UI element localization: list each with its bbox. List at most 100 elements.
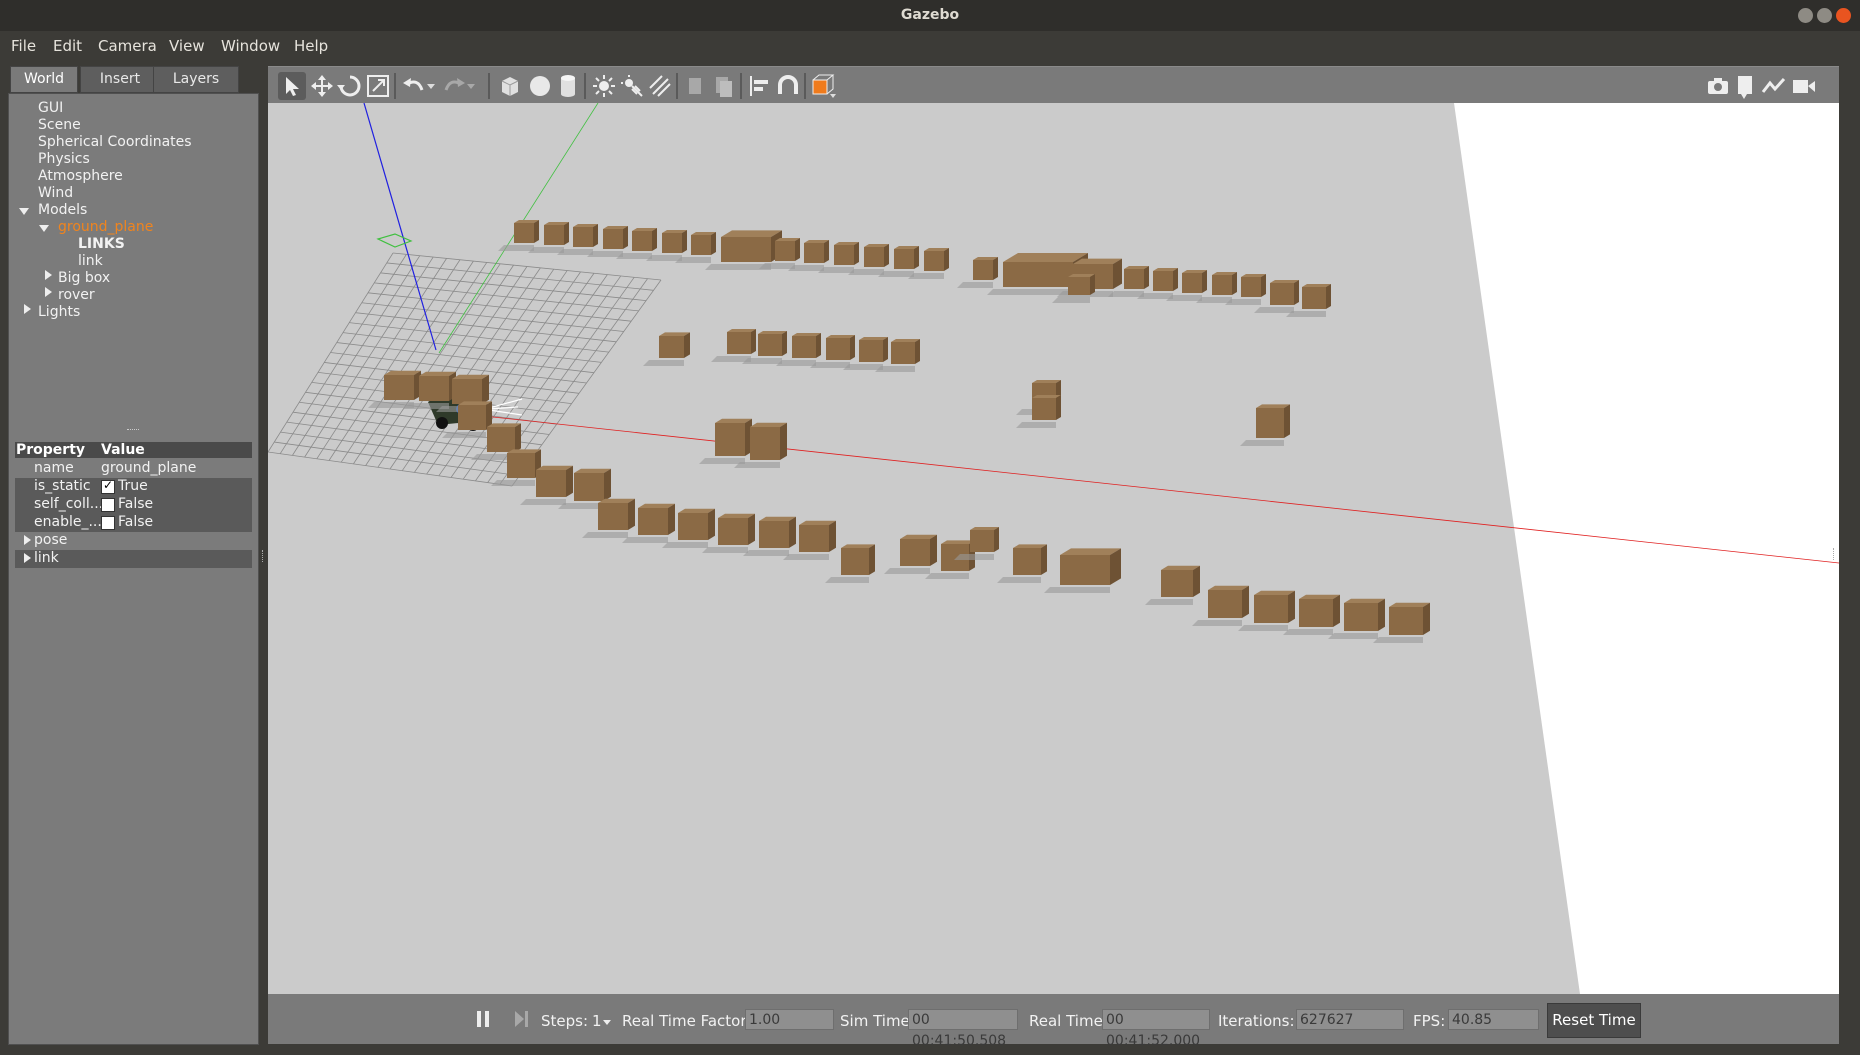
scene-render [268, 103, 1839, 994]
ground-plane [268, 103, 1839, 994]
splitter-handle[interactable] [127, 429, 139, 432]
property-name: is_static [34, 478, 91, 494]
cylinder-icon[interactable] [554, 72, 582, 100]
window-title: Gazebo [900, 7, 960, 23]
step-icon[interactable] [513, 1010, 531, 1028]
toolbar-separator [804, 73, 806, 99]
select-icon[interactable] [278, 72, 306, 100]
property-value-self-collide: False [118, 496, 154, 512]
scale-icon[interactable] [364, 72, 392, 100]
tree-item-rover[interactable]: rover [58, 287, 95, 303]
menu-view[interactable]: View [169, 37, 205, 55]
close-icon[interactable] [1836, 8, 1851, 23]
plot-icon[interactable] [1760, 72, 1788, 100]
spot-light-icon[interactable] [618, 72, 646, 100]
property-value-is-static: True [118, 478, 148, 494]
rotate-icon[interactable] [336, 72, 364, 100]
toolbar-separator [394, 73, 396, 99]
real-time-factor-field: 1.00 [745, 1009, 834, 1030]
toolbar [268, 66, 1839, 104]
menu-file[interactable]: File [11, 37, 36, 55]
is-static-checkbox[interactable]: ✓ [101, 478, 115, 494]
tree-item-spherical-coordinates[interactable]: Spherical Coordinates [38, 134, 192, 150]
right-splitter-handle[interactable] [1833, 548, 1837, 560]
screenshot-icon[interactable] [1704, 72, 1732, 100]
property-row-enable-wind: enable_... False [15, 514, 252, 532]
toolbar-separator [676, 73, 678, 99]
property-row-is-static: is_static ✓ True [15, 478, 252, 496]
reset-time-button[interactable]: Reset Time [1547, 1003, 1641, 1038]
property-name: name [34, 460, 74, 476]
expand-models-icon[interactable] [19, 208, 29, 215]
property-name: self_coll... [34, 496, 104, 512]
tree-item-ground-plane[interactable]: ground_plane [58, 219, 153, 235]
menu-window[interactable]: Window [221, 37, 280, 55]
snap-icon[interactable] [774, 72, 802, 100]
pause-icon[interactable] [475, 1010, 491, 1028]
property-value-name[interactable]: ground_plane [101, 460, 196, 476]
world-tree-panel: GUI Scene Spherical Coordinates Physics … [8, 93, 259, 1045]
expand-link-icon[interactable] [24, 553, 31, 563]
property-table-header: Property Value [15, 442, 252, 458]
tree-item-physics[interactable]: Physics [38, 151, 90, 167]
fps-field: 40.85 [1448, 1009, 1539, 1030]
value-column-header: Value [101, 442, 145, 458]
tree-item-link[interactable]: link [78, 253, 103, 269]
fps-label: FPS: [1413, 1012, 1446, 1030]
log-icon[interactable] [1732, 72, 1760, 100]
sphere-icon[interactable] [526, 72, 554, 100]
box-icon[interactable] [496, 72, 524, 100]
translate-icon[interactable] [308, 72, 336, 100]
steps-dropdown-icon[interactable] [602, 1020, 612, 1026]
directional-light-icon[interactable] [646, 72, 674, 100]
minimize-icon[interactable] [1798, 8, 1813, 23]
tree-item-gui[interactable]: GUI [38, 100, 63, 116]
tab-layers[interactable]: Layers [153, 66, 239, 93]
iterations-field: 627627 [1296, 1009, 1404, 1030]
video-icon[interactable] [1790, 72, 1818, 100]
tree-item-big-box[interactable]: Big box [58, 270, 110, 286]
tree-item-atmosphere[interactable]: Atmosphere [38, 168, 123, 184]
real-time-label: Real Time: [1029, 1012, 1108, 1030]
point-light-icon[interactable] [590, 72, 618, 100]
expand-big-box-icon[interactable] [45, 270, 52, 280]
property-name: link [34, 550, 59, 566]
3d-scene-viewport[interactable] [268, 103, 1839, 994]
align-icon[interactable] [746, 72, 774, 100]
enable-wind-checkbox[interactable] [101, 516, 115, 530]
expand-pose-icon[interactable] [24, 535, 31, 545]
property-row-link[interactable]: link [15, 550, 252, 568]
menu-camera[interactable]: Camera [98, 37, 157, 55]
self-collide-checkbox[interactable] [101, 498, 115, 512]
real-time-field: 00 00:41:52.000 [1102, 1009, 1210, 1049]
maximize-icon[interactable] [1817, 8, 1832, 23]
iterations-label: Iterations: [1218, 1012, 1295, 1030]
left-splitter-handle[interactable] [262, 550, 266, 562]
sim-time-label: Sim Time: [840, 1012, 915, 1030]
steps-value[interactable]: 1 [592, 1012, 602, 1030]
redo-dropdown-icon[interactable] [464, 72, 478, 100]
tree-item-models[interactable]: Models [38, 202, 87, 218]
left-panel: World Insert Layers GUI Scene Spherical … [8, 66, 259, 1045]
tab-world[interactable]: World [10, 66, 78, 93]
tab-insert[interactable]: Insert [80, 66, 160, 93]
tree-item-wind[interactable]: Wind [38, 185, 73, 201]
expand-rover-icon[interactable] [45, 287, 52, 297]
undo-dropdown-icon[interactable] [424, 72, 438, 100]
paste-icon[interactable] [710, 72, 738, 100]
copy-icon[interactable] [682, 72, 710, 100]
tree-item-lights[interactable]: Lights [38, 304, 80, 320]
menu-help[interactable]: Help [294, 37, 328, 55]
steps-label: Steps: [541, 1012, 589, 1030]
menu-edit[interactable]: Edit [53, 37, 82, 55]
property-column-header: Property [16, 442, 86, 458]
view-angle-icon[interactable] [810, 72, 838, 100]
menu-bar: File Edit Camera View Window Help [0, 31, 1860, 61]
property-value-enable-wind: False [118, 514, 154, 530]
expand-lights-icon[interactable] [24, 304, 31, 314]
expand-ground-plane-icon[interactable] [39, 225, 49, 232]
toolbar-separator [740, 73, 742, 99]
tree-item-scene[interactable]: Scene [38, 117, 81, 133]
property-row-pose[interactable]: pose [15, 532, 252, 550]
sim-time-field: 00 00:41:50.508 [908, 1009, 1018, 1049]
